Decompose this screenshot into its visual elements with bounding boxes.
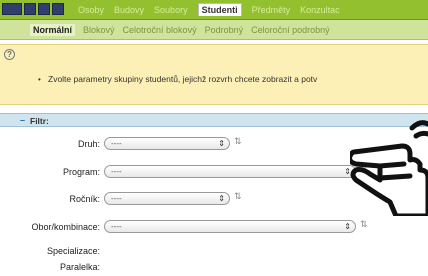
tab-osoby[interactable]: Osoby bbox=[78, 5, 104, 16]
top-tab-bar: Osoby Budovy Soubory Studenti Předměty K… bbox=[0, 0, 428, 20]
druh-label: Druh: bbox=[77, 139, 100, 149]
subtab-podrobny[interactable]: Podrobný bbox=[205, 25, 244, 36]
tab-soubory[interactable]: Soubory bbox=[154, 5, 188, 16]
tab-predmety[interactable]: Předměty bbox=[252, 5, 291, 16]
program-value: ---- bbox=[111, 167, 122, 176]
info-message: Zvolte parametry skupiny studentů, jejic… bbox=[48, 74, 318, 84]
tab-studenti[interactable]: Studenti bbox=[197, 3, 242, 16]
reorder-icon[interactable]: ⇅ bbox=[234, 191, 242, 202]
sub-tabs: Normální Blokový Celotroční blokový Podr… bbox=[30, 24, 330, 36]
paralelka-label: Paralelka: bbox=[59, 262, 100, 272]
rocnik-label: Ročník: bbox=[69, 194, 100, 204]
druh-value: ---- bbox=[111, 139, 122, 148]
rocnik-select[interactable]: ---- ⇕ bbox=[104, 192, 230, 205]
reorder-icon[interactable]: ⇅ bbox=[360, 219, 368, 230]
obor-label: Obor/kombinace: bbox=[31, 222, 100, 232]
subtab-normalni[interactable]: Normální bbox=[30, 24, 76, 36]
program-label: Program: bbox=[62, 167, 100, 177]
select-arrows-icon: ⇕ bbox=[344, 222, 351, 231]
hand-pointer-icon bbox=[350, 120, 428, 216]
info-box: ? • Zvolte parametry skupiny studentů, j… bbox=[0, 44, 428, 105]
toolbar-icon[interactable] bbox=[24, 3, 36, 15]
tab-konzultace[interactable]: Konzultac bbox=[300, 5, 340, 16]
druh-select[interactable]: ---- ⇕ bbox=[104, 137, 230, 150]
collapse-icon[interactable]: – bbox=[20, 115, 25, 125]
subtab-blokovy[interactable]: Blokový bbox=[83, 25, 115, 36]
screen: Osoby Budovy Soubory Studenti Předměty K… bbox=[0, 0, 428, 276]
subtab-celorocni-blokovy[interactable]: Celotroční blokový bbox=[123, 25, 197, 36]
toolbar-icons bbox=[2, 3, 64, 16]
select-arrows-icon: ⇕ bbox=[218, 139, 225, 148]
obor-select[interactable]: ---- ⇕ bbox=[104, 220, 356, 233]
tab-budovy[interactable]: Budovy bbox=[114, 5, 144, 16]
rocnik-value: ---- bbox=[111, 194, 122, 203]
select-arrows-icon: ⇕ bbox=[218, 194, 225, 203]
toolbar-icon[interactable] bbox=[38, 3, 50, 15]
reorder-icon[interactable]: ⇅ bbox=[234, 136, 242, 147]
toolbar-icon[interactable] bbox=[2, 3, 22, 15]
subtab-celorocni-podrobny[interactable]: Celoroční podrobný bbox=[251, 25, 330, 36]
sub-tab-bar: Normální Blokový Celotroční blokový Podr… bbox=[0, 20, 428, 40]
specializace-label: Specializace: bbox=[46, 246, 100, 256]
top-tabs: Osoby Budovy Soubory Studenti Předměty K… bbox=[78, 3, 340, 16]
obor-value: ---- bbox=[111, 222, 122, 231]
program-select[interactable]: ---- ⇕ bbox=[104, 165, 356, 178]
bullet-icon: • bbox=[38, 75, 41, 84]
info-icon: ? bbox=[4, 49, 15, 60]
filter-title: Filtr: bbox=[30, 116, 49, 126]
toolbar-icon[interactable] bbox=[52, 3, 64, 15]
